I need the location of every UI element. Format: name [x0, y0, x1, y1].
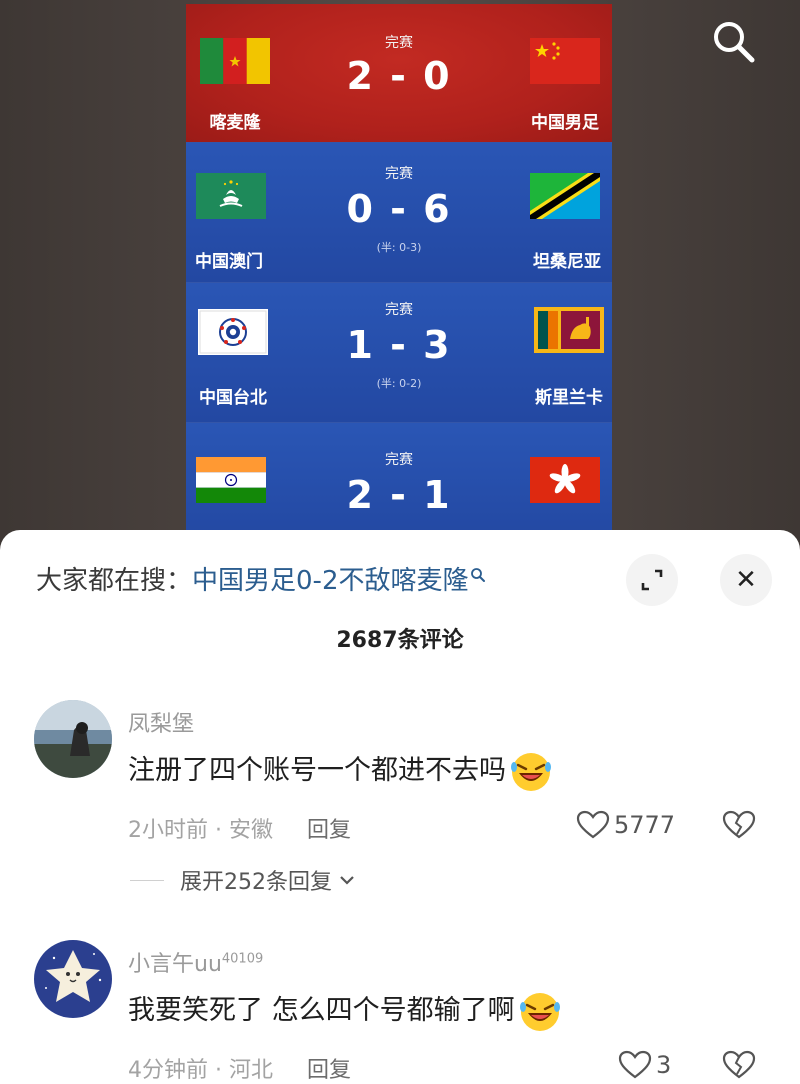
laughing-emoji-icon	[517, 989, 563, 1035]
search-icon	[470, 560, 486, 590]
comment-sheet: 大家都在搜：中国男足0-2不敌喀麦隆 ✕ 2687条评论 凤梨堡 注册了四个账号…	[0, 530, 800, 1084]
comment-username[interactable]: 凤梨堡	[128, 706, 194, 738]
comment-text: 我要笑死了 怎么四个号都输了啊	[128, 988, 563, 1035]
search-button[interactable]	[708, 16, 758, 66]
hot-search-bar[interactable]: 大家都在搜：中国男足0-2不敌喀麦隆	[36, 560, 486, 597]
expand-icon	[641, 569, 663, 591]
flag-tanzania-icon	[530, 173, 600, 219]
match-scoreboard: 喀麦隆 完赛 2 - 0 中国男足 中国澳门 完赛 0 - 6 (半: 0-3)…	[186, 4, 612, 534]
match-row: 中国台北 完赛 1 - 3 (半: 0-2) 斯里兰卡	[186, 282, 612, 422]
expand-replies-label: 展开252条回复	[180, 870, 332, 895]
laughing-emoji-icon	[508, 749, 554, 795]
reply-button[interactable]: 回复	[307, 818, 351, 843]
user-badge-number: 40109	[221, 951, 264, 967]
comment-time: 4分钟前	[128, 1058, 208, 1083]
comment-time: 2小时前	[128, 818, 208, 843]
comment-username[interactable]: 小言午uu40109	[128, 946, 263, 978]
broken-heart-icon	[722, 810, 756, 839]
comment-username-text: 小言午uu	[128, 952, 222, 977]
search-icon	[714, 22, 755, 63]
away-team-name: 中国男足	[531, 113, 599, 133]
away-team-name: 坦桑尼亚	[533, 252, 601, 272]
heart-icon	[576, 810, 610, 839]
home-team-name: 喀麦隆	[209, 113, 261, 133]
match-row: 完赛 2 - 1	[186, 422, 612, 534]
expand-button[interactable]	[626, 554, 678, 606]
match-row: 中国澳门 完赛 0 - 6 (半: 0-3) 坦桑尼亚	[186, 142, 612, 282]
divider	[130, 879, 164, 881]
like-count: 3	[656, 1051, 672, 1079]
broken-heart-icon	[722, 1050, 756, 1079]
like-count: 5777	[614, 811, 676, 839]
close-button[interactable]: ✕	[720, 554, 772, 606]
away-team-name: 斯里兰卡	[535, 388, 603, 408]
hot-search-label: 大家都在搜：	[36, 566, 193, 596]
comment-count: 2687条评论	[336, 628, 464, 653]
comment-body: 我要笑死了 怎么四个号都输了啊	[128, 995, 515, 1026]
video-background[interactable]: 喀麦隆 完赛 2 - 0 中国男足 中国澳门 完赛 0 - 6 (半: 0-3)…	[0, 0, 800, 560]
comment-meta: 4分钟前 · 河北 回复	[128, 1058, 352, 1083]
dislike-button[interactable]	[722, 810, 756, 844]
flag-china-icon	[530, 38, 600, 84]
comment-location: 河北	[228, 1058, 273, 1083]
expand-replies-button[interactable]: 展开252条回复	[130, 864, 358, 896]
comment-body: 注册了四个账号一个都进不去吗	[128, 755, 506, 786]
reply-button[interactable]: 回复	[307, 1058, 351, 1083]
avatar[interactable]	[34, 700, 112, 778]
hot-search-link[interactable]: 中国男足0-2不敌喀麦隆	[192, 566, 468, 596]
comment-location: 安徽	[228, 818, 273, 843]
avatar[interactable]	[34, 940, 112, 1018]
like-button[interactable]: 3	[618, 1050, 671, 1080]
dislike-button[interactable]	[722, 1050, 756, 1084]
comment-text: 注册了四个账号一个都进不去吗	[128, 748, 554, 795]
flag-sri-lanka-icon	[534, 307, 604, 353]
comment-meta: 2小时前 · 安徽 回复	[128, 818, 352, 843]
chevron-down-icon	[340, 876, 354, 885]
match-row: 喀麦隆 完赛 2 - 0 中国男足	[186, 4, 612, 142]
flag-hong-kong-icon	[530, 457, 600, 503]
like-button[interactable]: 5777	[576, 810, 675, 840]
heart-icon	[618, 1050, 652, 1079]
